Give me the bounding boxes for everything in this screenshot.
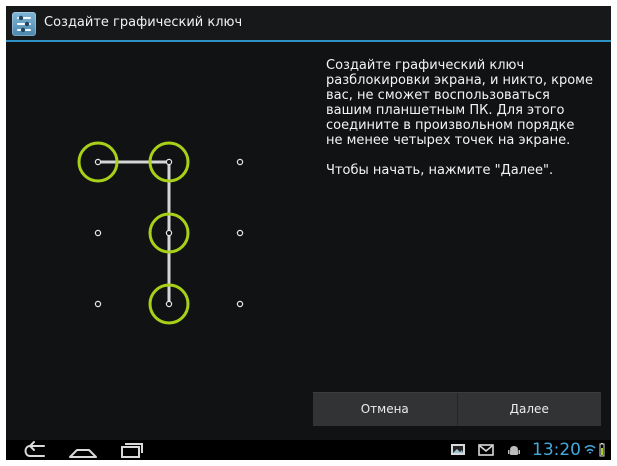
pattern-path-line: [96, 160, 171, 306]
gallery-notification-icon: [450, 442, 466, 458]
pattern-instructions: Создайте графический ключ разблокировки …: [326, 58, 594, 178]
action-bar: Создайте графический ключ: [6, 6, 611, 42]
page-title: Создайте графический ключ: [44, 15, 243, 30]
recent-apps-icon[interactable]: [114, 440, 154, 460]
system-bar: 13:20: [6, 440, 611, 460]
wifi-icon: [584, 442, 596, 458]
pattern-point-1-3[interactable]: [236, 158, 244, 166]
next-button[interactable]: Далее: [456, 393, 602, 426]
pattern-point-2-3[interactable]: [236, 229, 244, 237]
status-clock: 13:20: [532, 440, 581, 460]
pattern-point-3-1[interactable]: [94, 300, 102, 308]
unlock-pattern-area[interactable]: [6, 42, 306, 440]
gmail-notification-icon: [478, 442, 494, 458]
dialog-buttons: Отмена Далее: [313, 392, 601, 426]
instruction-paragraph: Создайте графический ключ разблокировки …: [326, 58, 593, 148]
pattern-point-1-2[interactable]: [165, 158, 173, 166]
pattern-point-3-3[interactable]: [236, 300, 244, 308]
cancel-button[interactable]: Отмена: [313, 393, 457, 426]
main-content: Создайте графический ключ разблокировки …: [6, 42, 611, 440]
back-icon[interactable]: [20, 440, 60, 460]
pattern-point-2-1[interactable]: [94, 229, 102, 237]
home-icon[interactable]: [66, 440, 106, 460]
pattern-point-3-2[interactable]: [165, 300, 173, 308]
pattern-point-2-2[interactable]: [165, 229, 173, 237]
android-notification-icon: [506, 442, 522, 458]
android-screen: Создайте графический ключ Создайте графи…: [6, 6, 611, 460]
pattern-point-1-1[interactable]: [94, 158, 102, 166]
settings-icon: [12, 12, 36, 36]
start-instruction: Чтобы начать, нажмите "Далее".: [326, 163, 554, 178]
battery-icon: [598, 442, 606, 458]
